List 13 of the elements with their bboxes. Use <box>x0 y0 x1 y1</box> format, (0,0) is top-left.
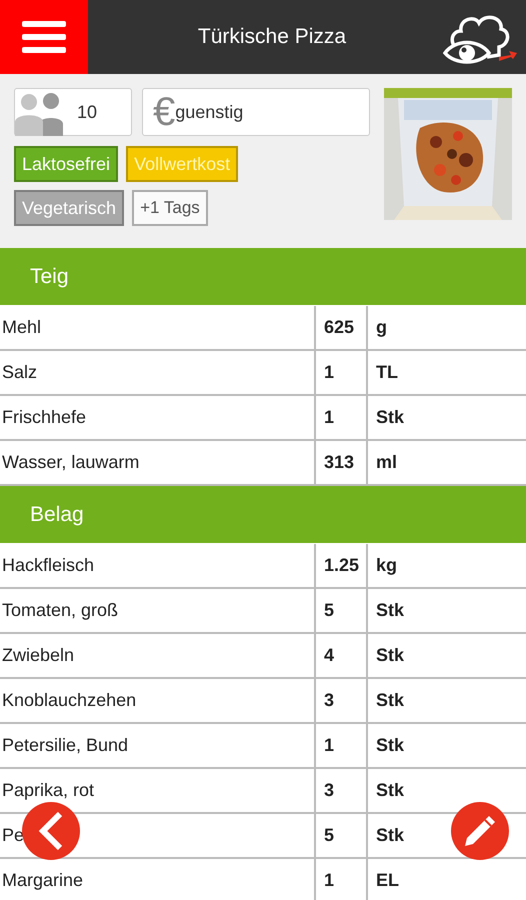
pencil-icon <box>463 814 497 848</box>
euro-icon: € <box>153 92 176 132</box>
servings-field[interactable]: 10 <box>14 88 132 136</box>
section-header: Teig <box>0 248 526 306</box>
section-header: Belag <box>0 486 526 544</box>
page-title: Türkische Pizza <box>196 25 348 49</box>
more-tags-button[interactable]: +1 Tags <box>132 190 208 226</box>
chevron-left-icon <box>38 811 64 851</box>
servings-value: 10 <box>77 102 98 122</box>
menu-button[interactable] <box>0 0 88 74</box>
price-value: guenstig <box>175 102 244 122</box>
menu-icon <box>21 19 67 55</box>
ingredient-amount: 1 <box>316 859 368 900</box>
